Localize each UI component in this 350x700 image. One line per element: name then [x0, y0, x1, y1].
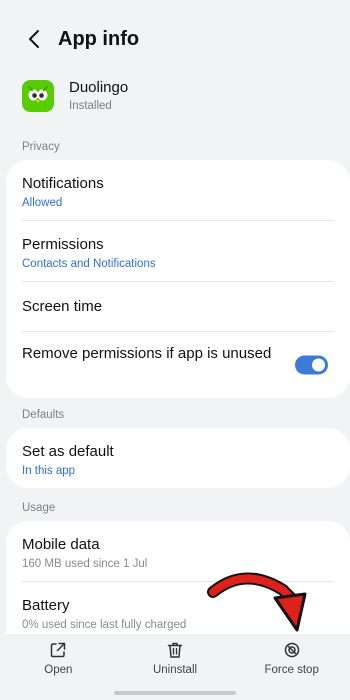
back-button[interactable] — [12, 22, 56, 56]
remove-permissions-toggle[interactable] — [295, 355, 328, 375]
usage-card: Mobile data 160 MB used since 1 Jul Batt… — [6, 521, 350, 634]
section-label-privacy: Privacy — [22, 141, 60, 153]
notifications-status: Allowed — [22, 197, 63, 209]
permissions-detail: Contacts and Notifications — [22, 258, 156, 270]
open-button[interactable]: Open — [0, 634, 117, 684]
mobile-data-row[interactable]: Mobile data 160 MB used since 1 Jul — [6, 521, 350, 582]
toggle-knob — [312, 358, 325, 372]
permissions-title: Permissions — [22, 236, 104, 253]
set-default-row[interactable]: Set as default In this app — [6, 428, 350, 488]
force-stop-button[interactable]: Force stop — [233, 634, 350, 684]
screen-time-row[interactable]: Screen time — [6, 282, 350, 332]
section-label-usage: Usage — [22, 502, 56, 514]
trash-icon — [164, 639, 186, 661]
bottom-action-bar: Open Uninstall Force stop — [0, 634, 350, 684]
notifications-title: Notifications — [22, 175, 104, 192]
notifications-row[interactable]: Notifications Allowed — [6, 160, 350, 221]
battery-title: Battery — [22, 597, 70, 614]
force-stop-label: Force stop — [264, 664, 319, 676]
section-label-defaults: Defaults — [22, 409, 65, 421]
page-title: App info — [58, 27, 140, 50]
battery-row[interactable]: Battery 0% used since last fully charged — [6, 582, 350, 634]
mobile-data-detail: 160 MB used since 1 Jul — [22, 558, 148, 570]
header-bar: App info — [0, 22, 350, 56]
set-default-detail: In this app — [22, 465, 76, 477]
open-external-icon — [47, 639, 69, 661]
privacy-card: Notifications Allowed Permissions Contac… — [6, 160, 350, 398]
screen-time-title: Screen time — [22, 298, 103, 315]
battery-detail: 0% used since last fully charged — [22, 619, 187, 631]
open-label: Open — [44, 664, 73, 676]
app-identity: Duolingo Installed — [22, 78, 128, 114]
mobile-data-title: Mobile data — [22, 536, 100, 553]
permissions-row[interactable]: Permissions Contacts and Notifications — [6, 221, 350, 282]
defaults-card: Set as default In this app — [6, 428, 350, 488]
chevron-left-icon — [29, 30, 39, 48]
set-default-title: Set as default — [22, 443, 114, 460]
remove-permissions-row[interactable]: Remove permissions if app is unused — [6, 332, 350, 398]
uninstall-button[interactable]: Uninstall — [117, 634, 234, 684]
app-status: Installed — [69, 100, 112, 112]
remove-permissions-title: Remove permissions if app is unused — [22, 345, 272, 362]
app-name: Duolingo — [69, 79, 129, 96]
navigation-handle[interactable] — [114, 691, 236, 695]
duolingo-logo-icon — [22, 80, 54, 112]
uninstall-label: Uninstall — [152, 664, 198, 676]
block-icon — [281, 639, 303, 661]
